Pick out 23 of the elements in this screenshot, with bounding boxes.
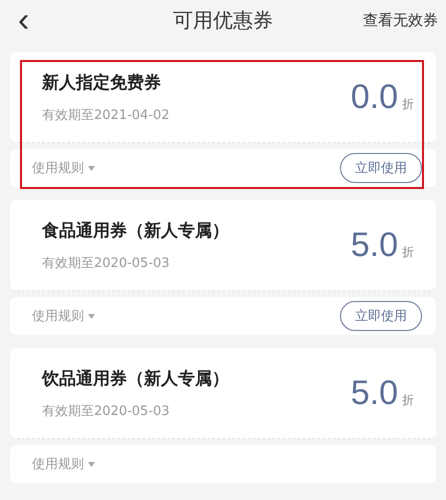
use-now-button[interactable]: 立即使用 — [340, 153, 422, 183]
discount-unit: 折 — [402, 392, 414, 408]
use-now-button[interactable]: 立即使用 — [340, 301, 422, 331]
rules-toggle[interactable]: 使用规则 — [32, 159, 95, 177]
discount-value: 5.0 — [350, 226, 398, 264]
validity-date: 有效期至2021-04-02 — [42, 106, 170, 124]
validity-date: 有效期至2020-05-03 — [42, 402, 171, 420]
coupon-name: 饮品通用券（新人专属） — [42, 368, 229, 390]
discount-unit: 折 — [402, 244, 414, 260]
view-invalid-link[interactable]: 查看无效券 — [363, 10, 438, 30]
discount-value: 5.0 — [350, 374, 398, 412]
back-button[interactable]: ‹ — [12, 5, 36, 35]
discount-unit: 折 — [402, 96, 414, 112]
validity-date: 有效期至2020-05-03 — [42, 254, 171, 272]
discount-value: 0.0 — [350, 78, 398, 116]
page-title: 可用优惠券 — [173, 6, 273, 34]
caret-icon — [88, 164, 95, 172]
caret-icon — [88, 460, 95, 468]
coupon-name: 新人指定免费券 — [42, 72, 162, 94]
coupon-name: 食品通用券（新人专属） — [42, 220, 229, 242]
rules-toggle[interactable]: 使用规则 — [32, 307, 95, 325]
caret-icon — [88, 312, 95, 320]
rules-toggle[interactable]: 使用规则 — [32, 455, 95, 473]
